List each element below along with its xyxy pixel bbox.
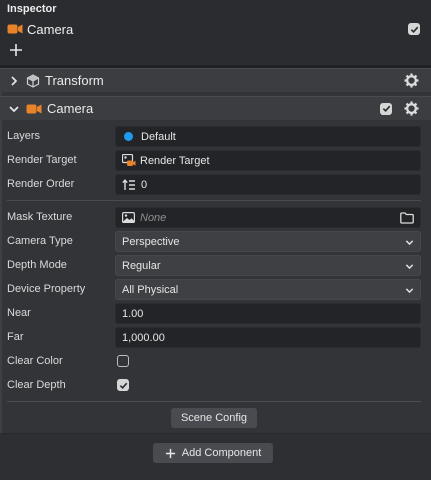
clear-color-row: Clear Color xyxy=(0,351,431,373)
layers-label: Layers xyxy=(7,130,41,142)
render-order-field[interactable]: 0 xyxy=(115,174,421,195)
clear-color-checkbox[interactable] xyxy=(117,355,129,367)
render-target-label: Render Target xyxy=(7,154,77,166)
section-divider xyxy=(7,200,421,201)
entity-row[interactable]: Camera xyxy=(7,20,423,38)
near-row: Near 1.00 xyxy=(0,303,431,325)
folder-icon[interactable] xyxy=(400,212,414,224)
add-icon[interactable] xyxy=(9,43,23,57)
camera-icon xyxy=(7,24,23,34)
device-property-label: Device Property xyxy=(7,283,86,295)
render-order-row: Render Order 0 xyxy=(0,174,431,196)
add-component-button[interactable]: Add Component xyxy=(153,443,273,463)
far-label: Far xyxy=(7,331,24,343)
mask-texture-label: Mask Texture xyxy=(7,211,73,223)
transform-cube-icon xyxy=(26,73,40,88)
camera-type-label: Camera Type xyxy=(7,235,73,247)
sort-order-icon xyxy=(122,178,135,190)
chevron-down-icon xyxy=(405,240,414,246)
camera-type-row: Camera Type Perspective xyxy=(0,231,431,253)
checkmark-icon xyxy=(410,26,418,33)
entity-enabled-checkbox[interactable] xyxy=(408,23,420,35)
camera-enabled-checkbox[interactable] xyxy=(380,102,392,115)
clear-depth-checkbox[interactable] xyxy=(117,379,129,391)
chevron-right-icon[interactable] xyxy=(9,75,19,86)
depth-mode-row: Depth Mode Regular xyxy=(0,255,431,277)
chevron-down-icon xyxy=(405,264,414,270)
entity-name: Camera xyxy=(27,21,74,37)
clear-depth-row: Clear Depth xyxy=(0,375,431,397)
chevron-down-icon xyxy=(405,288,414,294)
render-target-field[interactable]: Render Target xyxy=(115,150,421,171)
camera-type-value: Perspective xyxy=(122,235,180,248)
transform-component-header[interactable]: Transform xyxy=(0,68,431,92)
near-value: 1.00 xyxy=(122,307,144,320)
camera-type-select[interactable]: Perspective xyxy=(115,231,421,252)
camera-component-title: Camera xyxy=(47,101,94,116)
layers-row: Layers Default xyxy=(0,126,431,148)
transform-title: Transform xyxy=(45,73,104,88)
depth-mode-value: Regular xyxy=(122,259,161,272)
checkmark-icon xyxy=(119,382,127,389)
render-target-row: Render Target Render Target xyxy=(0,150,431,172)
layer-dot-icon xyxy=(124,132,133,141)
device-property-value: All Physical xyxy=(122,283,179,296)
chevron-down-icon[interactable] xyxy=(9,104,19,114)
render-order-label: Render Order xyxy=(7,178,75,190)
far-row: Far 1,000.00 xyxy=(0,327,431,349)
clear-depth-label: Clear Depth xyxy=(7,379,66,391)
render-target-value: Render Target xyxy=(140,154,210,167)
near-input[interactable]: 1.00 xyxy=(115,303,421,324)
depth-mode-label: Depth Mode xyxy=(7,259,67,271)
camera-icon xyxy=(26,104,42,113)
camera-component-header[interactable]: Camera xyxy=(0,96,431,120)
mask-texture-field[interactable]: None xyxy=(115,207,421,228)
near-label: Near xyxy=(7,307,31,319)
add-component-area: Add Component xyxy=(0,433,431,480)
section-divider xyxy=(7,401,421,402)
add-component-label: Add Component xyxy=(181,447,262,459)
mask-texture-placeholder: None xyxy=(140,211,167,224)
clear-color-label: Clear Color xyxy=(7,355,63,367)
depth-mode-select[interactable]: Regular xyxy=(115,255,421,276)
render-order-value: 0 xyxy=(141,178,148,191)
mask-texture-row: Mask Texture None xyxy=(0,207,431,229)
gear-icon[interactable] xyxy=(404,73,419,88)
inspector-header: Inspector Camera xyxy=(0,0,431,66)
add-icon xyxy=(165,448,175,458)
checkmark-icon xyxy=(382,105,390,113)
device-property-select[interactable]: All Physical xyxy=(115,279,421,300)
gear-icon[interactable] xyxy=(404,101,419,116)
inspector-title: Inspector xyxy=(7,3,57,15)
device-property-row: Device Property All Physical xyxy=(0,279,431,301)
scene-config-button[interactable]: Scene Config xyxy=(171,408,257,428)
far-value: 1,000.00 xyxy=(122,331,165,344)
far-input[interactable]: 1,000.00 xyxy=(115,327,421,348)
render-target-icon xyxy=(122,154,136,166)
layers-field[interactable]: Default xyxy=(115,126,421,147)
image-icon xyxy=(122,212,135,223)
layers-value: Default xyxy=(141,130,176,143)
